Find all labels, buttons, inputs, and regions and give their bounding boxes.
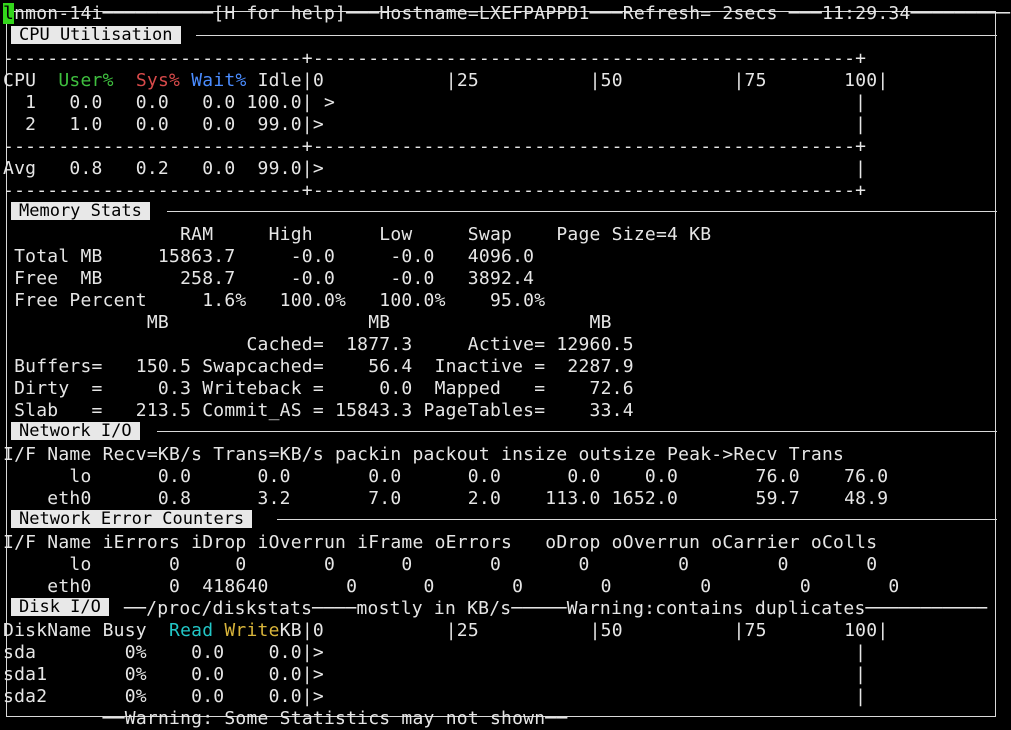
memory-buffers: Buffers= 150.5 Swapcached= 56.4 Inactive… (3, 356, 634, 377)
disk-read-label: Read (169, 620, 225, 641)
title-sep: ─── (589, 3, 623, 24)
app-name: nmon-14i (14, 3, 103, 24)
disk-units: mostly in KB/s (356, 598, 512, 619)
section-title-network-errors: Network Error Counters (11, 510, 253, 528)
cpu-border-top: ---------------------------+------------… (3, 48, 867, 69)
title-sep: ────────── (102, 3, 214, 24)
disk-row-sda: sda 0% 0.0 0.0|> | (3, 642, 867, 663)
footer-warning: Warning: Some Statistics may not shown (124, 708, 546, 729)
cpu-col-label: CPU (3, 70, 37, 91)
memory-total: Total MB 15863.7 -0.0 -0.0 4096.0 (3, 246, 535, 267)
memory-header: RAM High Low Swap Page Size=4 KB (3, 224, 712, 245)
sys-pct-label: Sys% (135, 70, 181, 91)
disk-header: DiskName Busy Read WriteKB|0 |25 |50 |75… (3, 620, 888, 642)
neterr-row-lo: lo 0 0 0 0 0 0 0 0 0 (3, 554, 878, 575)
disk-row-sda1: sda1 0% 0.0 0.0|> | (3, 664, 867, 685)
disk-write-label: Write (224, 620, 280, 641)
disk-name-busy-label: DiskName Busy (3, 620, 170, 641)
hostname: Hostname=LXEFPAPPD1 (379, 3, 590, 24)
title-sep: ─── (346, 3, 380, 24)
disk-row-sda2: sda2 0% 0.0 0.0|> | (3, 686, 867, 707)
cpu-row-1: 1 0.0 0.0 0.0 100.0| > | (3, 92, 867, 113)
footer-line: ──Warning: Some Statistics may not shown… (3, 708, 568, 729)
memory-free-percent: Free Percent 1.6% 100.0% 100.0% 95.0% (3, 290, 546, 311)
network-row-lo: lo 0.0 0.0 0.0 0.0 0.0 0.0 76.0 76.0 (3, 466, 889, 487)
cpu-header: CPU User% Sys% Wait% Idle|0 |25 |50 |75 … (3, 70, 888, 92)
help-hint: [H for help] (213, 3, 347, 24)
divider (196, 35, 997, 36)
neterr-row-eth0: eth0 0 418640 0 0 0 0 0 0 0 (3, 576, 900, 597)
neterr-header: I/F Name iErrors iDrop iOverrun iFrame o… (3, 532, 878, 553)
section-title-cpu: CPU Utilisation (11, 26, 181, 44)
section-title-memory: Memory Stats (11, 202, 150, 220)
idle-and-scale: Idle|0 |25 |50 |75 100| (257, 70, 889, 91)
memory-dirty: Dirty = 0.3 Writeback = 0.0 Mapped = 72.… (3, 378, 634, 399)
title-bar: lnmon-14i──────────[H for help]───Hostna… (3, 3, 1010, 25)
cpu-border-mid: ---------------------------+------------… (3, 136, 867, 157)
memory-mb-header: MB MB MB (3, 312, 612, 333)
disk-scale: KB|0 |25 |50 |75 100| (279, 620, 889, 641)
network-header: I/F Name Recv=KB/s Trans=KB/s packin pac… (3, 444, 845, 465)
disk-source: /proc/diskstats (146, 598, 313, 619)
cpu-row-avg: Avg 0.8 0.2 0.0 99.0|> | (3, 158, 867, 179)
divider (157, 431, 997, 432)
section-title-disk: Disk I/O (11, 598, 109, 616)
refresh-rate: Refresh= 2secs (622, 3, 778, 24)
cpu-row-2: 2 1.0 0.0 0.0 99.0|> | (3, 114, 867, 135)
disk-warning: Warning:contains duplicates (566, 598, 866, 619)
cpu-border-bottom: ---------------------------+------------… (3, 180, 867, 201)
memory-free: Free MB 258.7 -0.0 -0.0 3892.4 (3, 268, 535, 289)
title-sep: ─── (777, 3, 823, 24)
terminal-cursor: l (3, 3, 15, 24)
section-title-network: Network I/O (11, 422, 140, 440)
disk-title-line: ──/proc/diskstats────mostly in KB/s─────… (124, 598, 988, 619)
user-pct-label: User% (58, 70, 114, 91)
memory-cached: Cached= 1877.3 Active= 12960.5 (3, 334, 634, 355)
wait-pct-label: Wait% (191, 70, 247, 91)
divider (277, 519, 997, 520)
network-row-eth0: eth0 0.8 3.2 7.0 2.0 113.0 1652.0 59.7 4… (3, 488, 889, 509)
divider (167, 211, 997, 212)
title-sep: ───────── (910, 3, 1011, 24)
memory-slab: Slab = 213.5 Commit_AS = 15843.3 PageTab… (3, 400, 634, 421)
terminal-window[interactable]: lnmon-14i──────────[H for help]───Hostna… (0, 0, 1011, 730)
clock: 11:29.34 (822, 3, 911, 24)
